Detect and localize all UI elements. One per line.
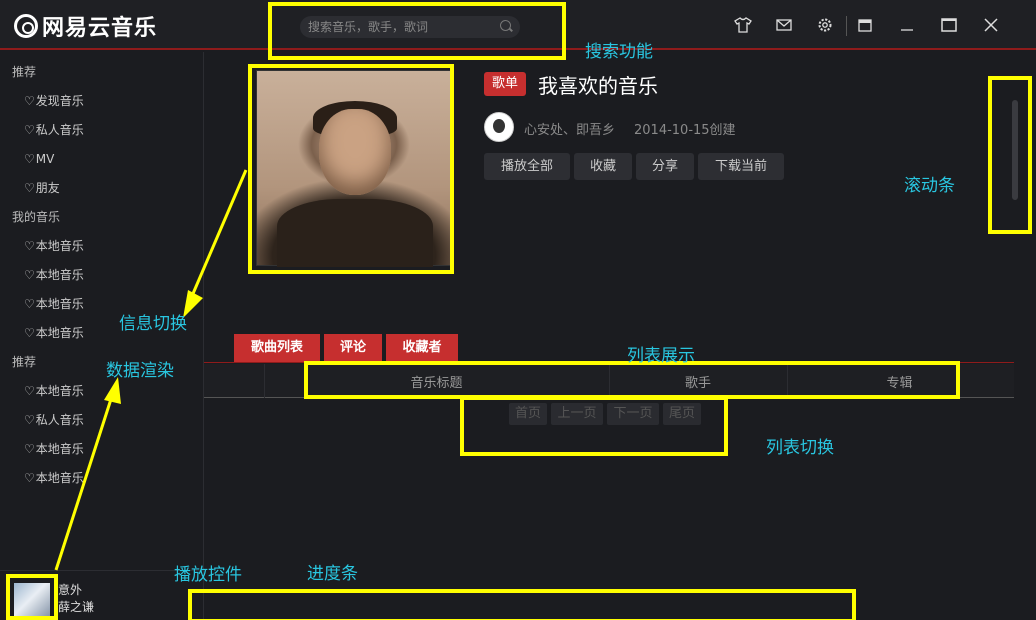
cover-figure-body — [277, 199, 433, 267]
collect-button[interactable]: 收藏 — [574, 153, 632, 180]
app-logo[interactable]: 网易云音乐 — [14, 10, 157, 42]
annotation-label-player-controls: 播放控件 — [174, 565, 242, 585]
creator-name[interactable]: 心安处、即吾乡 — [524, 119, 615, 138]
now-playing-artist: 薛之谦 — [58, 600, 95, 614]
download-button[interactable]: 下载当前 — [698, 153, 784, 180]
search-input[interactable] — [300, 16, 520, 38]
sidebar-item-local-music[interactable]: 本地音乐 — [0, 464, 203, 493]
scrollbar-thumb[interactable] — [1012, 100, 1018, 200]
title-bar: 网易云音乐 — [0, 0, 1036, 50]
annotation-label-data-render: 数据渲染 — [106, 361, 174, 381]
cover-figure-face — [319, 109, 391, 195]
sidebar-group-title: 我的音乐 — [12, 210, 61, 224]
annotation-label-search: 搜索功能 — [585, 42, 653, 62]
annotation-label-info-switch: 信息切换 — [119, 314, 187, 334]
tab-collectors[interactable]: 收藏者 — [386, 334, 458, 362]
playlist-cover — [256, 70, 452, 267]
column-header-artist[interactable]: 歌手 — [609, 372, 787, 391]
now-playing-cover[interactable] — [14, 583, 50, 619]
list-header: 音乐标题 歌手 专辑 — [204, 364, 1014, 398]
mail-icon[interactable] — [771, 12, 797, 38]
created-date: 2014-10-15创建 — [634, 123, 736, 138]
column-separator — [264, 364, 265, 398]
sidebar-item-local-music[interactable]: 本地音乐 — [0, 232, 203, 261]
column-header-title[interactable]: 音乐标题 — [314, 372, 559, 391]
play-all-button[interactable]: 播放全部 — [484, 153, 570, 180]
annotation-label-list-display: 列表展示 — [627, 346, 695, 366]
sidebar-item-local-music[interactable]: 本地音乐 — [0, 377, 203, 406]
control-separator — [846, 16, 847, 36]
first-page-button[interactable]: 首页 — [509, 403, 547, 425]
next-page-button[interactable]: 下一页 — [607, 403, 659, 425]
maximize-icon[interactable] — [936, 12, 962, 38]
tab-underline — [204, 362, 1014, 363]
annotation-label-progress-bar: 进度条 — [307, 564, 358, 584]
minimize-icon[interactable] — [894, 12, 920, 38]
sidebar-group-title: 推荐 — [12, 65, 37, 79]
playlist-badge: 歌单 — [484, 72, 527, 96]
sidebar: 推荐 发现音乐 私人音乐 MV 朋友 我的音乐 本地音乐 本地音乐 本地音乐 本… — [0, 52, 204, 620]
skin-icon[interactable] — [730, 12, 756, 38]
column-header-album[interactable]: 专辑 — [787, 372, 1012, 391]
sidebar-item-local-music[interactable]: 本地音乐 — [0, 435, 203, 464]
mini-mode-icon[interactable] — [852, 12, 878, 38]
sidebar-item-personal-fm[interactable]: 私人音乐 — [0, 116, 203, 145]
creator-avatar[interactable] — [484, 112, 514, 142]
sidebar-item-local-music[interactable]: 本地音乐 — [0, 261, 203, 290]
share-button[interactable]: 分享 — [636, 153, 694, 180]
last-page-button[interactable]: 尾页 — [663, 403, 701, 425]
search-icon[interactable] — [500, 20, 511, 31]
main-panel: 歌单 我喜欢的音乐 心安处、即吾乡 2014-10-15创建 播放全部 收藏 分… — [204, 52, 1018, 620]
tab-song-list[interactable]: 歌曲列表 — [234, 334, 320, 362]
sidebar-item-mv[interactable]: MV — [0, 145, 203, 174]
close-icon[interactable] — [978, 12, 1004, 38]
sidebar-item-friends[interactable]: 朋友 — [0, 174, 203, 203]
netease-logo-icon — [14, 14, 38, 38]
annotation-label-list-switch: 列表切换 — [766, 438, 834, 458]
app-logo-text: 网易云音乐 — [42, 16, 158, 41]
sidebar-item-personal-fm[interactable]: 私人音乐 — [0, 406, 203, 435]
settings-icon[interactable] — [812, 12, 838, 38]
annotation-label-scrollbar: 滚动条 — [904, 176, 955, 196]
playlist-title: 我喜欢的音乐 — [538, 74, 658, 98]
now-playing-title: 意外 — [58, 583, 83, 597]
prev-page-button[interactable]: 上一页 — [551, 403, 603, 425]
tab-comments[interactable]: 评论 — [324, 334, 382, 362]
sidebar-item-discover[interactable]: 发现音乐 — [0, 87, 203, 116]
